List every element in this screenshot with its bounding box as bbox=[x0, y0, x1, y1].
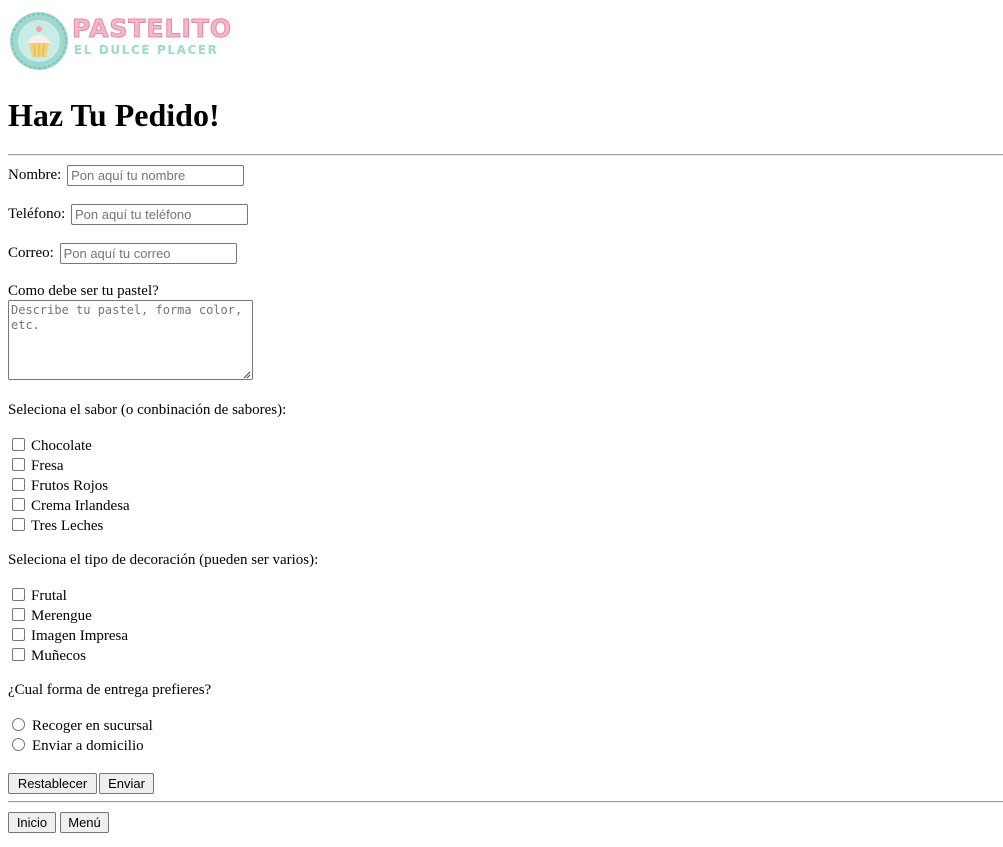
decoracion-option[interactable]: Muñecos bbox=[12, 646, 86, 666]
sabor-option[interactable]: Tres Leches bbox=[12, 516, 103, 536]
entrega-option[interactable]: Enviar a domicilio bbox=[12, 736, 144, 756]
brand-name: PASTELITO bbox=[71, 14, 233, 43]
correo-label: Correo: bbox=[8, 245, 54, 261]
nombre-input[interactable]: Pon aquí tu nombre bbox=[67, 165, 245, 187]
telefono-input[interactable]: Pon aquí tu teléfono bbox=[71, 204, 249, 226]
sabor-checkbox[interactable] bbox=[12, 458, 25, 471]
decoracion-label: Muñecos bbox=[31, 648, 86, 664]
nombre-row: Nombre: Pon aquí tu nombre bbox=[8, 165, 245, 187]
sabor-label: Chocolate bbox=[31, 438, 92, 454]
sabor-label: Frutos Rojos bbox=[31, 478, 109, 494]
decoracion-checkbox[interactable] bbox=[12, 648, 25, 661]
telefono-label: Teléfono: bbox=[8, 206, 66, 222]
submit-button[interactable]: Enviar bbox=[99, 773, 154, 794]
pastelito-logo: PASTELITO EL DULCE PLACER bbox=[10, 12, 250, 70]
sabor-checkbox[interactable] bbox=[12, 518, 25, 531]
inicio-button[interactable]: Inicio bbox=[8, 812, 56, 833]
menu-button[interactable]: Menú bbox=[60, 812, 109, 833]
reset-button[interactable]: Restablecer bbox=[8, 773, 97, 794]
sabor-option[interactable]: Chocolate bbox=[12, 436, 92, 456]
decoracion-label: Imagen Impresa bbox=[31, 628, 129, 644]
sabor-option[interactable]: Fresa bbox=[12, 456, 64, 476]
entrega-option-label: Enviar a domicilio bbox=[32, 738, 144, 754]
sabor-checkbox[interactable] bbox=[12, 498, 25, 511]
sabor-label: Crema Irlandesa bbox=[31, 498, 130, 514]
sabor-label: Tres Leches bbox=[31, 518, 104, 534]
pastel-placeholder: Describe tu pastel, forma color, etc. bbox=[11, 303, 243, 332]
top-divider bbox=[8, 154, 1003, 156]
decoracion-label: Merengue bbox=[31, 608, 92, 624]
order-page: PASTELITO EL DULCE PLACER Haz Tu Pedido!… bbox=[0, 0, 1003, 847]
decoracion-option[interactable]: Merengue bbox=[12, 606, 92, 626]
entrega-label: ¿Cual forma de entrega prefieres? bbox=[8, 682, 212, 698]
decoracion-option[interactable]: Frutal bbox=[12, 586, 67, 606]
correo-input[interactable]: Pon aquí tu correo bbox=[59, 243, 237, 265]
sabores-label: Seleciona el sabor (o conbinación de sab… bbox=[8, 402, 287, 418]
decoracion-checkbox[interactable] bbox=[12, 608, 25, 621]
decoracion-checkbox[interactable] bbox=[12, 588, 25, 601]
decoracion-label: Seleciona el tipo de decoración (pueden … bbox=[8, 552, 319, 568]
page-title: Haz Tu Pedido! bbox=[8, 97, 220, 133]
sabor-checkbox[interactable] bbox=[12, 478, 25, 491]
entrega-radio[interactable] bbox=[12, 718, 25, 731]
pastel-textarea[interactable]: Describe tu pastel, forma color, etc. bbox=[8, 300, 253, 380]
decoracion-checkbox[interactable] bbox=[12, 628, 25, 641]
entrega-option-label: Recoger en sucursal bbox=[32, 718, 153, 734]
decoracion-option[interactable]: Imagen Impresa bbox=[12, 626, 128, 646]
nombre-label: Nombre: bbox=[8, 167, 62, 183]
entrega-radio[interactable] bbox=[12, 738, 25, 751]
resize-grip-icon[interactable] bbox=[241, 368, 251, 379]
bottom-divider bbox=[8, 801, 1003, 803]
telefono-row: Teléfono: Pon aquí tu teléfono bbox=[8, 204, 249, 226]
decoracion-label: Frutal bbox=[31, 588, 67, 604]
pastel-label: Como debe ser tu pastel? bbox=[8, 283, 159, 299]
sabor-checkbox[interactable] bbox=[12, 438, 25, 451]
entrega-option[interactable]: Recoger en sucursal bbox=[12, 716, 153, 736]
sabor-option[interactable]: Crema Irlandesa bbox=[12, 496, 130, 516]
sabor-label: Fresa bbox=[31, 458, 64, 474]
brand-tagline: EL DULCE PLACER bbox=[74, 43, 219, 57]
correo-row: Correo: Pon aquí tu correo bbox=[8, 243, 237, 265]
cupcake-badge-icon bbox=[10, 12, 68, 70]
sabor-option[interactable]: Frutos Rojos bbox=[12, 476, 108, 496]
